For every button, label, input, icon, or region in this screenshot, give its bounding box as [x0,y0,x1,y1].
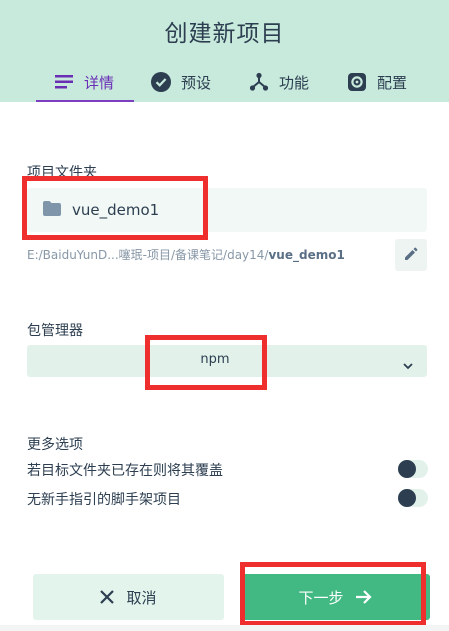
check-circle-icon [151,72,171,92]
tab-presets-label: 预设 [181,73,212,92]
tab-config-label: 配置 [377,73,408,92]
tab-bar: 详情 预设 功能 配置 [0,62,449,102]
tab-features[interactable]: 功能 [249,62,309,102]
annotation-box-npm [145,335,267,390]
gear-icon [347,72,367,92]
folder-path: E:/BaiduYunD...噻珉-项目/备课笔记/day14/vue_demo… [27,246,387,263]
toggle-knob [398,460,416,478]
package-manager-label: 包管理器 [27,323,83,339]
annotation-box-next [240,562,426,626]
features-tree-icon [249,72,269,92]
option-overwrite-toggle[interactable] [398,460,428,478]
details-list-icon [54,72,74,92]
pencil-icon [404,246,418,265]
header: 创建新项目 详情 预设 功能 配置 [0,0,449,102]
option-overwrite-label: 若目标文件夹已存在则将其覆盖 [27,463,223,479]
folder-path-prefix: E:/BaiduYunD...噻珉-项目/备课笔记/day14/ [27,248,269,262]
active-tab-indicator [36,100,134,102]
more-options-label: 更多选项 [27,437,83,453]
tab-details-label: 详情 [84,73,115,92]
option-no-guide-toggle[interactable] [398,489,428,507]
tab-features-label: 功能 [279,73,310,92]
close-icon [100,590,115,604]
annotation-box-folder [22,176,208,240]
cancel-button-label: 取消 [126,588,157,607]
tab-presets[interactable]: 预设 [151,62,211,102]
bottom-strip [0,625,449,631]
chevron-down-icon [403,355,413,374]
folder-path-current: vue_demo1 [268,248,345,262]
cancel-button[interactable]: 取消 [33,574,224,620]
tab-config[interactable]: 配置 [347,62,407,102]
tab-details[interactable]: 详情 [54,62,114,102]
page-title: 创建新项目 [164,21,285,47]
edit-path-button[interactable] [395,239,427,271]
option-no-guide-label: 无新手指引的脚手架项目 [27,492,181,508]
toggle-knob [398,489,416,507]
